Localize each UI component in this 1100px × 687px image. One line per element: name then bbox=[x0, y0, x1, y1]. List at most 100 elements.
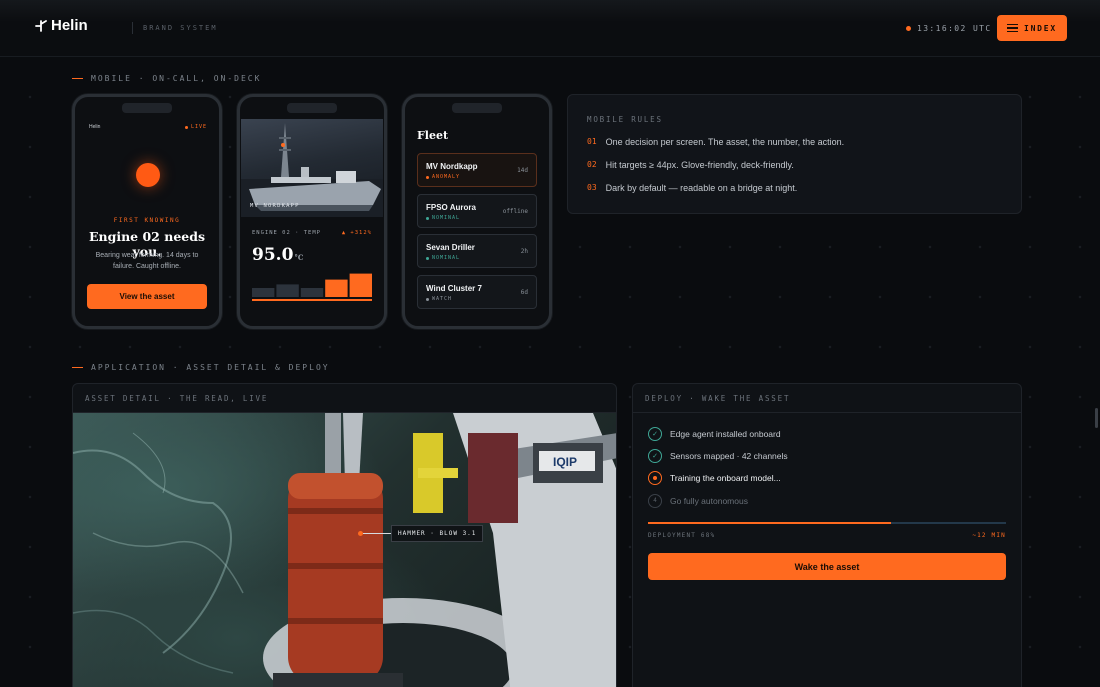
rule-item: 02 Hit targets ≥ 44px. Glove-friendly, d… bbox=[587, 160, 794, 170]
deploy-panel: DEPLOY · WAKE THE ASSET ✓ Edge agent ins… bbox=[632, 383, 1022, 687]
in-progress-icon bbox=[648, 471, 662, 485]
deploy-step-1: ✓ Edge agent installed onboard bbox=[648, 427, 781, 441]
phone-asset-metric: MV NORDKAPP ENGINE 02 · TEMP ▲ +312% 95.… bbox=[237, 94, 387, 329]
section-dash bbox=[72, 78, 83, 79]
phone-fleet: Fleet MV Nordkapp ANOMALY 14d FPSO Auror… bbox=[402, 94, 552, 329]
logo-text: Helin bbox=[51, 17, 88, 34]
panel-title: ASSET DETAIL · THE READ, LIVE bbox=[85, 394, 269, 403]
fleet-card-eta: 6d bbox=[520, 289, 528, 296]
fleet-card-wind-cluster-7[interactable]: Wind Cluster 7 WATCH 6d bbox=[417, 275, 537, 309]
offshore-hammer-illustration: IQIP bbox=[73, 413, 616, 687]
phone-notch bbox=[287, 103, 337, 113]
rules-title: MOBILE RULES bbox=[587, 115, 663, 124]
page-scrollbar[interactable] bbox=[1095, 408, 1098, 428]
status-dot-icon bbox=[426, 216, 429, 220]
temperature-bar bbox=[325, 279, 348, 297]
clock-text: 13:16:02 UTC bbox=[917, 24, 992, 33]
fleet-card-status: NOMINAL bbox=[426, 255, 460, 261]
deploy-step-3: Training the onboard model... bbox=[648, 471, 781, 485]
live-dot-icon bbox=[906, 26, 911, 31]
index-button[interactable]: INDEX bbox=[997, 15, 1067, 41]
phone-brand: Helin bbox=[89, 124, 101, 130]
status-dot-icon bbox=[426, 256, 429, 260]
live-indicator: LIVE bbox=[184, 124, 207, 130]
panel-title: DEPLOY · WAKE THE ASSET bbox=[645, 394, 791, 403]
fleet-title: Fleet bbox=[417, 129, 449, 142]
wake-asset-button[interactable]: Wake the asset bbox=[648, 553, 1006, 580]
fleet-card-name: MV Nordkapp bbox=[426, 162, 478, 171]
rule-number: 01 bbox=[587, 137, 597, 146]
temperature-bar bbox=[276, 284, 299, 297]
metric-value: 95.0°C bbox=[252, 245, 303, 265]
fleet-card-name: Sevan Driller bbox=[426, 243, 475, 252]
progress-label: DEPLOYMENT 68% bbox=[648, 532, 716, 539]
divider bbox=[633, 412, 1021, 413]
rule-text: Dark by default — readable on a bridge a… bbox=[605, 183, 798, 193]
view-asset-button[interactable]: View the asset bbox=[87, 284, 207, 309]
helin-logo-icon bbox=[35, 19, 47, 32]
bars-baseline bbox=[252, 299, 372, 301]
step-label: Sensors mapped · 42 channels bbox=[670, 451, 788, 461]
step-number-icon: 4 bbox=[648, 494, 662, 508]
deployment-progress-bar bbox=[648, 522, 1006, 524]
rule-number: 02 bbox=[587, 160, 597, 169]
fleet-card-mv-nordkapp[interactable]: MV Nordkapp ANOMALY 14d bbox=[417, 153, 537, 187]
utc-clock: 13:16:02 UTC bbox=[906, 24, 992, 33]
fleet-card-eta: offline bbox=[502, 208, 528, 215]
live-label: LIVE bbox=[190, 124, 207, 130]
fleet-card-eta: 14d bbox=[517, 167, 528, 174]
callout-line bbox=[363, 533, 391, 534]
rule-text: Hit targets ≥ 44px. Glove-friendly, deck… bbox=[605, 160, 794, 170]
metric-header: ENGINE 02 · TEMP ▲ +312% bbox=[252, 230, 372, 236]
metric-unit: °C bbox=[294, 253, 304, 262]
vessel-caption: MV NORDKAPP bbox=[250, 203, 300, 209]
top-bar: Helin BRAND SYSTEM 13:16:02 UTC INDEX bbox=[0, 0, 1100, 57]
check-icon: ✓ bbox=[648, 427, 662, 441]
temperature-bar bbox=[300, 288, 324, 297]
step-label: Training the onboard model... bbox=[670, 473, 781, 483]
fleet-card-sevan-driller[interactable]: Sevan Driller NOMINAL 2h bbox=[417, 234, 537, 268]
eyebrow: FIRST KNOWING bbox=[113, 217, 181, 224]
section-label-application: APPLICATION · ASSET DETAIL & DEPLOY bbox=[72, 363, 330, 372]
live-dot-icon bbox=[184, 125, 188, 129]
alert-body: Bearing wear forming. 14 days to failure… bbox=[95, 252, 199, 270]
progress-labels: DEPLOYMENT 68% ~12 MIN bbox=[648, 532, 1006, 539]
section-label-mobile: MOBILE · ON-CALL, ON-DECK bbox=[72, 74, 261, 83]
progress-fill bbox=[648, 522, 892, 524]
fleet-card-eta: 2h bbox=[520, 248, 528, 255]
phone-notch bbox=[452, 103, 502, 113]
metric-delta: ▲ +312% bbox=[341, 230, 372, 236]
menu-icon bbox=[1006, 24, 1018, 32]
phone-status-row: Helin LIVE bbox=[89, 124, 207, 130]
step-label: Go fully autonomous bbox=[670, 496, 748, 506]
hammer-callout[interactable]: HAMMER · BLOW 3.1 bbox=[358, 525, 484, 542]
status-dot-icon bbox=[426, 297, 429, 301]
rule-item: 01 One decision per screen. The asset, t… bbox=[587, 137, 844, 147]
fleet-card-status: ANOMALY bbox=[426, 174, 460, 180]
phone-first-knowing: Helin LIVE FIRST KNOWING Engine 02 needs… bbox=[72, 94, 222, 329]
fleet-card-status: WATCH bbox=[426, 296, 452, 302]
section-label-text: APPLICATION · ASSET DETAIL & DEPLOY bbox=[91, 363, 330, 372]
index-label: INDEX bbox=[1023, 23, 1058, 33]
logo[interactable]: Helin bbox=[34, 17, 88, 34]
deploy-step-4: 4 Go fully autonomous bbox=[648, 494, 748, 508]
phone-notch bbox=[122, 103, 172, 113]
rule-number: 03 bbox=[587, 183, 597, 192]
asset-detail-panel: ASSET DETAIL · THE READ, LIVE IQIP HAMME… bbox=[72, 383, 617, 687]
asset-live-feed[interactable]: IQIP HAMMER · BLOW 3.1 bbox=[73, 413, 616, 687]
fleet-card-fpso-aurora[interactable]: FPSO Aurora NOMINAL offline bbox=[417, 194, 537, 228]
fleet-card-status: NOMINAL bbox=[426, 215, 460, 221]
temperature-bar bbox=[349, 273, 372, 297]
rule-text: One decision per screen. The asset, the … bbox=[605, 137, 845, 147]
fleet-card-status-text: WATCH bbox=[432, 296, 453, 302]
temperature-bar bbox=[252, 288, 275, 297]
deploy-step-2: ✓ Sensors mapped · 42 channels bbox=[648, 449, 788, 463]
fleet-card-status-text: ANOMALY bbox=[432, 174, 461, 180]
brand-system-label: BRAND SYSTEM bbox=[132, 22, 218, 34]
iqip-sign-text: IQIP bbox=[553, 455, 577, 469]
fleet-card-name: FPSO Aurora bbox=[426, 203, 476, 212]
rule-item: 03 Dark by default — readable on a bridg… bbox=[587, 183, 797, 193]
fleet-card-name: Wind Cluster 7 bbox=[426, 284, 482, 293]
temperature-bars bbox=[252, 273, 372, 297]
fleet-card-status-text: NOMINAL bbox=[432, 255, 461, 261]
